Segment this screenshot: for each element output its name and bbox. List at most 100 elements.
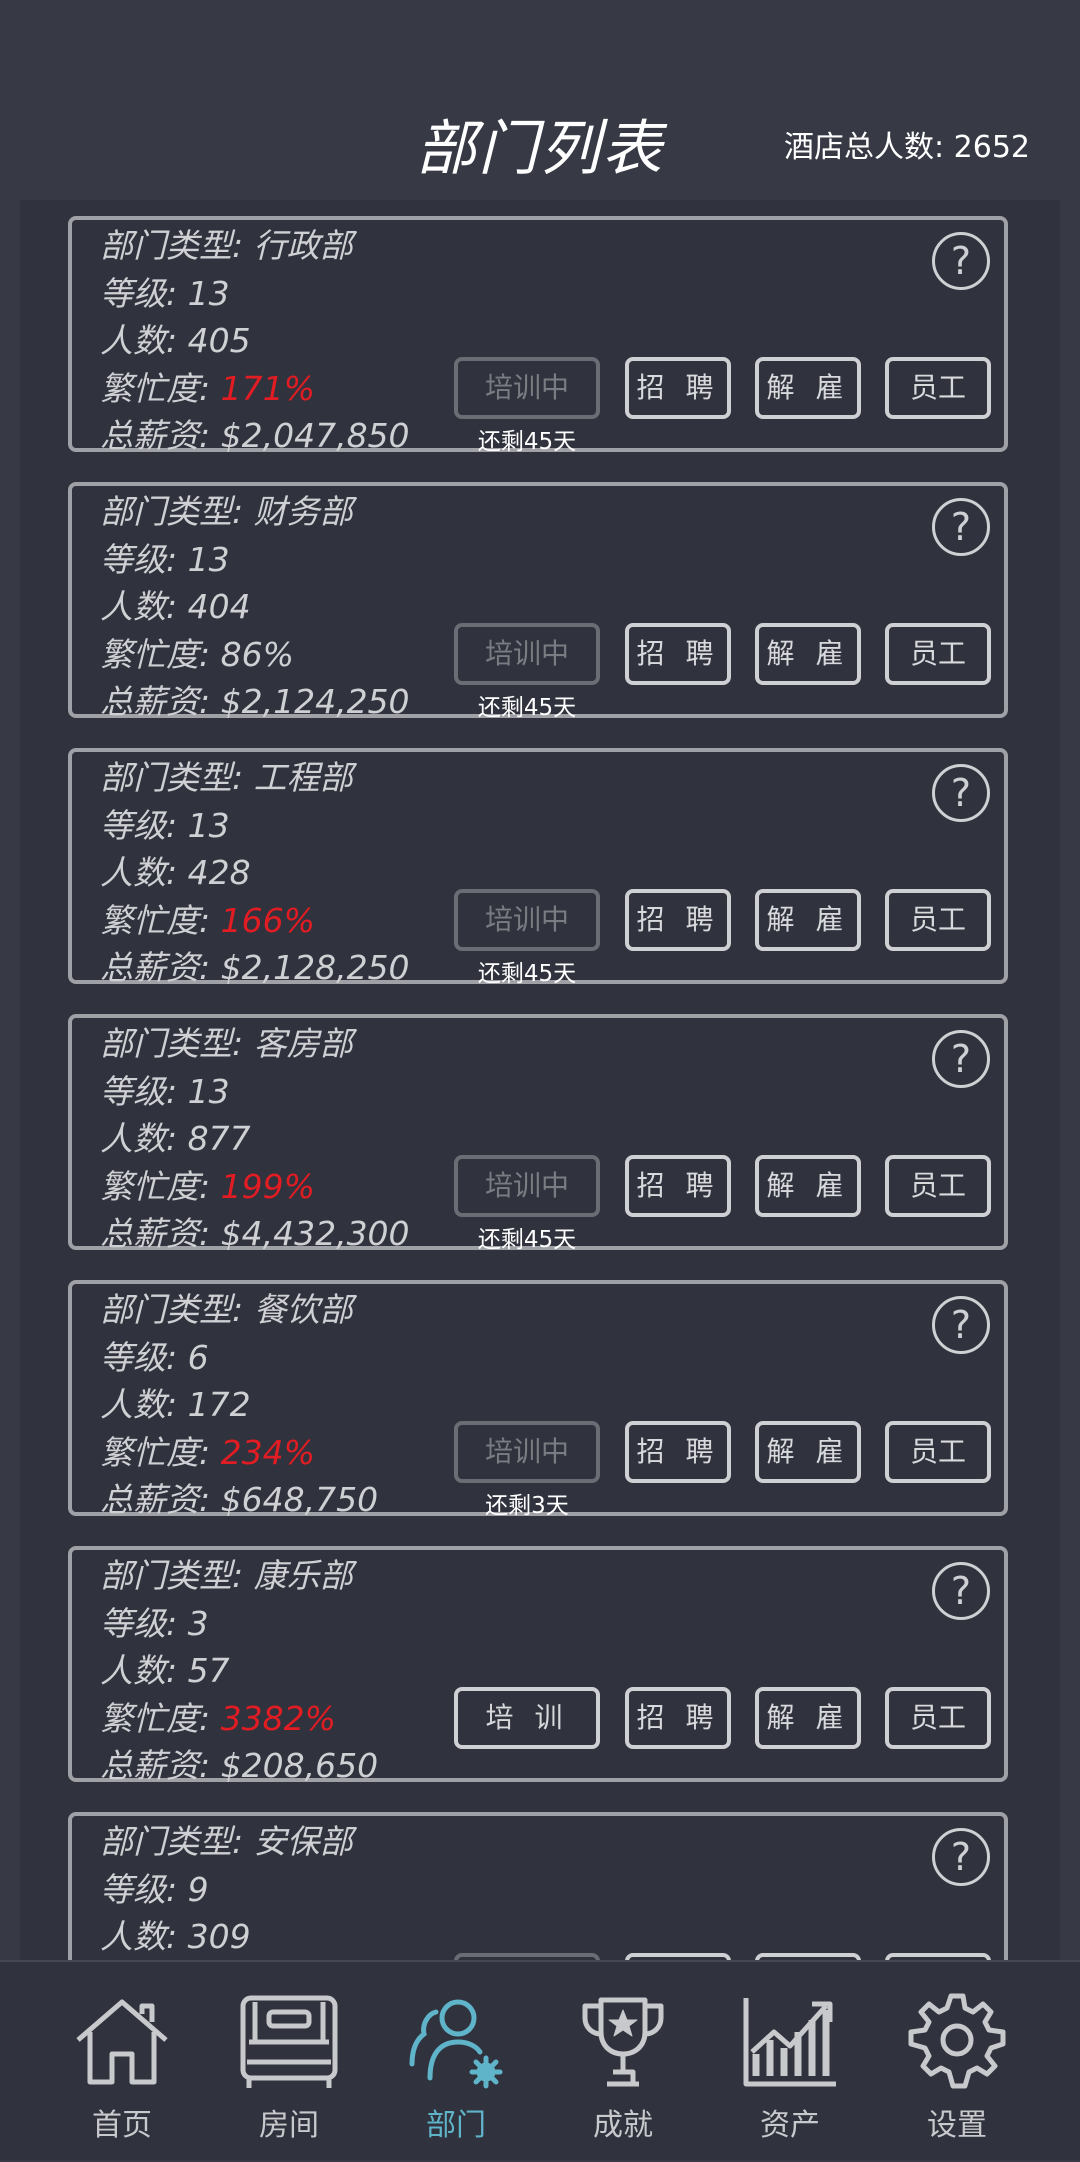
department-level: 等级: 3 xyxy=(100,1603,209,1643)
bed-icon xyxy=(240,1995,338,2088)
department-salary: 总薪资: $2,124,250 xyxy=(100,682,410,721)
department-card: 部门类型: 行政部 等级: 13 人数: 405 繁忙度: 171% 总薪资: … xyxy=(68,216,1008,455)
busyness-value: 86% xyxy=(220,634,294,674)
nav-home[interactable]: 首页 xyxy=(42,1962,202,2162)
department-card: 部门类型: 安保部 等级: 9 人数: 309 ? xyxy=(68,1812,1008,1960)
busyness-value: 171% xyxy=(220,368,315,408)
train-button: 培训中 xyxy=(454,357,600,419)
fire-button[interactable]: 解 雇 xyxy=(755,889,861,951)
trophy-icon xyxy=(582,1997,664,2087)
fire-button[interactable]: 解 雇 xyxy=(755,357,861,419)
department-level: 等级: 13 xyxy=(100,539,230,579)
department-busyness: 繁忙度: 166% xyxy=(100,897,410,945)
department-salary: 总薪资: $648,750 xyxy=(100,1480,379,1519)
department-info: 部门类型: 财务部 等级: 13 人数: 404 繁忙度: 86% 总薪资: $… xyxy=(100,488,410,726)
department-headcount: 人数: 428 xyxy=(100,853,251,892)
help-icon[interactable]: ? xyxy=(932,1030,990,1088)
staff-button[interactable]: 员工 xyxy=(885,357,991,419)
department-busyness: 繁忙度: 3382% xyxy=(100,1695,378,1743)
hotel-total-staff: 酒店总人数: 2652 xyxy=(784,130,1030,165)
department-salary: 总薪资: $2,128,250 xyxy=(100,948,410,987)
staff-button[interactable]: 员工 xyxy=(885,1155,991,1217)
busyness-value: 166% xyxy=(220,900,315,940)
nav-label: 首页 xyxy=(92,2108,152,2143)
department-info: 部门类型: 餐饮部 等级: 6 人数: 172 繁忙度: 234% 总薪资: $… xyxy=(100,1286,378,1524)
help-icon[interactable]: ? xyxy=(932,1828,990,1886)
help-icon[interactable]: ? xyxy=(932,764,990,822)
department-card: 部门类型: 工程部 等级: 13 人数: 428 繁忙度: 166% 总薪资: … xyxy=(68,748,1008,987)
department-headcount: 人数: 309 xyxy=(100,1917,251,1956)
hire-button[interactable]: 招 聘 xyxy=(625,623,731,685)
department-card: 部门类型: 客房部 等级: 13 人数: 877 繁忙度: 199% 总薪资: … xyxy=(68,1014,1008,1253)
department-headcount: 人数: 405 xyxy=(100,321,251,360)
home-icon xyxy=(76,1999,168,2085)
department-headcount: 人数: 172 xyxy=(100,1385,251,1424)
training-remaining: 还剩45天 xyxy=(477,429,577,455)
department-info: 部门类型: 工程部 等级: 13 人数: 428 繁忙度: 166% 总薪资: … xyxy=(100,754,410,992)
hire-button[interactable]: 招 聘 xyxy=(625,1155,731,1217)
help-icon[interactable]: ? xyxy=(932,1562,990,1620)
department-type: 部门类型: 客房部 xyxy=(100,1024,353,1063)
nav-assets[interactable]: 资产 xyxy=(710,1962,870,2162)
department-salary: 总薪资: $4,432,300 xyxy=(100,1214,410,1253)
train-button[interactable]: 培 训 xyxy=(454,1687,600,1749)
hire-button[interactable]: 招 聘 xyxy=(625,357,731,419)
hire-button[interactable]: 招 聘 xyxy=(625,889,731,951)
department-level: 等级: 6 xyxy=(100,1337,209,1377)
help-icon[interactable]: ? xyxy=(932,1296,990,1354)
department-info: 部门类型: 行政部 等级: 13 人数: 405 繁忙度: 171% 总薪资: … xyxy=(100,222,410,460)
department-type: 部门类型: 安保部 xyxy=(100,1822,353,1861)
busyness-value: 3382% xyxy=(220,1698,336,1738)
nav-label: 设置 xyxy=(927,2108,987,2143)
help-icon[interactable]: ? xyxy=(932,498,990,556)
fire-button[interactable]: 解 雇 xyxy=(755,623,861,685)
nav-label: 资产 xyxy=(760,2108,820,2143)
department-busyness: 繁忙度: 199% xyxy=(100,1163,410,1211)
train-button: 培训中 xyxy=(454,889,600,951)
busyness-label: 繁忙度: xyxy=(100,900,221,940)
hire-button[interactable]: 招 聘 xyxy=(625,1421,731,1483)
hire-button[interactable]: 招 聘 xyxy=(625,1687,731,1749)
bottom-nav: 首页 房间 部门 成就 资产 设置 xyxy=(0,1960,1080,2160)
nav-rooms[interactable]: 房间 xyxy=(209,1962,369,2162)
hire-button[interactable] xyxy=(625,1953,731,1960)
fire-button[interactable] xyxy=(755,1953,861,1960)
department-type: 部门类型: 财务部 xyxy=(100,492,353,531)
department-type: 部门类型: 餐饮部 xyxy=(100,1290,353,1329)
department-list[interactable]: 部门类型: 行政部 等级: 13 人数: 405 繁忙度: 171% 总薪资: … xyxy=(20,200,1060,1960)
department-salary: 总薪资: $2,047,850 xyxy=(100,416,410,455)
train-button: 培训中 xyxy=(454,1421,600,1483)
department-type: 部门类型: 工程部 xyxy=(100,758,353,797)
busyness-value: 199% xyxy=(220,1166,315,1206)
fire-button[interactable]: 解 雇 xyxy=(755,1155,861,1217)
users-gear-icon xyxy=(409,1999,503,2089)
fire-button[interactable]: 解 雇 xyxy=(755,1687,861,1749)
busyness-label: 繁忙度: xyxy=(100,634,221,674)
department-busyness: 繁忙度: 86% xyxy=(100,631,410,679)
department-level: 等级: 13 xyxy=(100,1071,230,1111)
department-headcount: 人数: 404 xyxy=(100,587,251,626)
department-type: 部门类型: 行政部 xyxy=(100,226,353,265)
gear-icon xyxy=(908,1993,1006,2089)
help-icon[interactable]: ? xyxy=(932,232,990,290)
fire-button[interactable]: 解 雇 xyxy=(755,1421,861,1483)
staff-button[interactable]: 员工 xyxy=(885,1421,991,1483)
staff-button[interactable]: 员工 xyxy=(885,1687,991,1749)
nav-label: 成就 xyxy=(593,2108,653,2143)
training-remaining: 还剩45天 xyxy=(477,1227,577,1253)
staff-button[interactable]: 员工 xyxy=(885,623,991,685)
staff-button[interactable]: 员工 xyxy=(885,889,991,951)
nav-label: 部门 xyxy=(426,2108,486,2143)
nav-departments[interactable]: 部门 xyxy=(376,1962,536,2162)
nav-settings[interactable]: 设置 xyxy=(877,1962,1037,2162)
department-card: 部门类型: 康乐部 等级: 3 人数: 57 繁忙度: 3382% 总薪资: $… xyxy=(68,1546,1008,1785)
header: 部门列表 酒店总人数: 2652 xyxy=(0,0,1080,200)
train-button xyxy=(454,1953,600,1960)
busyness-label: 繁忙度: xyxy=(100,1166,221,1206)
busyness-label: 繁忙度: xyxy=(100,1698,221,1738)
department-salary: 总薪资: $208,650 xyxy=(100,1746,379,1785)
staff-button[interactable] xyxy=(885,1953,991,1960)
department-info: 部门类型: 客房部 等级: 13 人数: 877 繁忙度: 199% 总薪资: … xyxy=(100,1020,410,1258)
busyness-label: 繁忙度: xyxy=(100,1432,221,1472)
nav-achievements[interactable]: 成就 xyxy=(543,1962,703,2162)
